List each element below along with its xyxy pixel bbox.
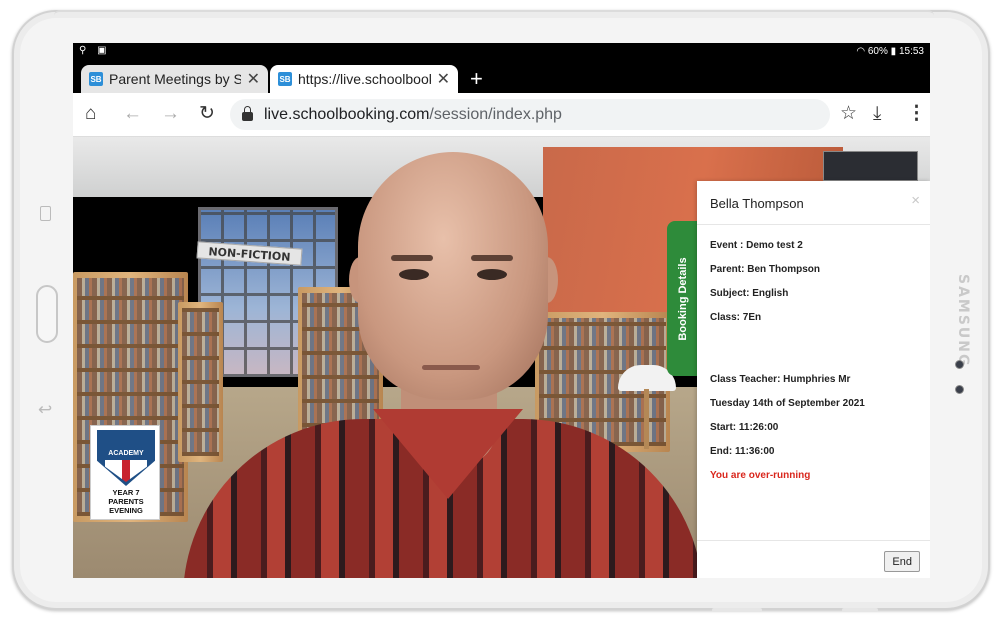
status-left-icons: ⚲ ▣ xyxy=(79,45,111,56)
booking-details-panel: Bella Thompson × Event : Demo test 2 Par… xyxy=(697,181,930,578)
event-text: Event : Demo test 2 xyxy=(710,240,803,251)
schoolbooking-favicon-icon: SB xyxy=(89,72,103,86)
wifi-icon: ◠ xyxy=(856,46,866,57)
reload-icon[interactable]: ↻ xyxy=(199,103,215,125)
browser-toolbar: ⌂ ← → ↻ live.schoolbooking.com /session/… xyxy=(73,93,930,137)
download-icon[interactable]: ⤓ xyxy=(873,103,881,125)
back-arrow-icon[interactable]: ← xyxy=(123,103,142,125)
lamp-stand xyxy=(644,389,649,449)
recent-apps-icon[interactable] xyxy=(40,206,51,221)
panel-body: Event : Demo test 2 Parent: Ben Thompson… xyxy=(697,225,930,493)
subject-text: Subject: English xyxy=(710,288,789,299)
camera-dot xyxy=(955,385,964,394)
booking-details-tab-label: Booking Details xyxy=(677,256,689,341)
battery-icon: ▮ xyxy=(890,46,897,57)
back-hardware-icon[interactable]: ↩ xyxy=(38,400,52,420)
person-brow xyxy=(471,255,513,261)
new-tab-button[interactable]: + xyxy=(470,68,483,90)
panel-header: Bella Thompson × xyxy=(697,181,930,225)
bookshelf xyxy=(178,302,223,462)
url-path: /session/index.php xyxy=(429,105,562,123)
home-icon[interactable]: ⌂ xyxy=(85,103,96,125)
clock: 15:53 xyxy=(898,46,924,57)
status-bar: ⚲ ▣ ◠ 60% ▮ 15:53 xyxy=(73,43,930,60)
end-time: End: 11:36:00 xyxy=(710,446,775,457)
teacher-text: Class Teacher: Humphries Mr xyxy=(710,374,851,385)
logo-line: YEAR 7 xyxy=(112,488,140,497)
tab-title: Parent Meetings by Scho xyxy=(109,71,241,87)
close-icon[interactable]: ✕ xyxy=(247,69,260,89)
date-text: Tuesday 14th of September 2021 xyxy=(710,398,865,409)
logo-caption: YEAR 7 PARENTS EVENING xyxy=(91,488,161,515)
device-brand: SAMSUNG xyxy=(955,274,971,368)
student-name: Bella Thompson xyxy=(710,196,804,211)
panel-footer: End xyxy=(697,540,930,578)
person-eye xyxy=(477,269,507,280)
bottom-port-2 xyxy=(842,608,878,612)
battery-percent: 60% xyxy=(867,46,888,57)
sensor-dot xyxy=(955,360,964,369)
academy-logo: ACADEMY YEAR 7 PARENTS EVENING xyxy=(90,425,160,520)
parent-text: Parent: Ben Thompson xyxy=(710,264,821,275)
shield-cross xyxy=(105,460,147,482)
status-right: ◠ 60% ▮ 15:53 xyxy=(856,46,924,57)
screen: ⚲ ▣ ◠ 60% ▮ 15:53 SB Parent Meetings by … xyxy=(73,43,930,578)
person-eye xyxy=(399,269,429,280)
home-hardware-button[interactable] xyxy=(36,285,58,343)
bookmark-star-icon[interactable]: ☆ xyxy=(840,103,857,125)
tab-strip: SB Parent Meetings by Scho ✕ SB https://… xyxy=(73,60,930,93)
class-text: Class: 7En xyxy=(710,312,762,323)
end-button[interactable]: End xyxy=(884,551,920,572)
person-mouth xyxy=(422,365,480,370)
over-running-warning: You are over-running xyxy=(710,470,811,481)
person-head xyxy=(358,152,548,400)
page-content: NON-FICTION ACADEMY YEAR 7 PARENTS EVENI… xyxy=(73,137,930,578)
person-brow xyxy=(391,255,433,261)
tab-live-session[interactable]: SB https://live.schoolbooking.com ✕ xyxy=(270,65,458,93)
address-bar[interactable]: live.schoolbooking.com /session/index.ph… xyxy=(230,99,830,130)
start-time: Start: 11:26:00 xyxy=(710,422,779,433)
logo-line: EVENING xyxy=(109,506,143,515)
menu-dots-icon[interactable]: ⋮ xyxy=(907,103,926,125)
self-view-thumbnail[interactable] xyxy=(823,151,918,181)
url-host: live.schoolbooking.com xyxy=(264,105,430,123)
tab-parent-meetings[interactable]: SB Parent Meetings by Scho ✕ xyxy=(81,65,268,93)
schoolbooking-favicon-icon: SB xyxy=(278,72,292,86)
bottom-port xyxy=(712,608,762,612)
close-icon[interactable]: × xyxy=(911,192,920,209)
tab-title: https://live.schoolbooking.com xyxy=(298,71,431,87)
logo-line: PARENTS xyxy=(108,497,144,506)
logo-academy-text: ACADEMY xyxy=(108,450,144,457)
lock-icon xyxy=(242,106,253,121)
forward-arrow-icon[interactable]: → xyxy=(161,103,180,125)
close-icon[interactable]: ✕ xyxy=(437,69,450,89)
tablet-edge xyxy=(54,10,934,16)
booking-details-tab[interactable]: Booking Details xyxy=(667,221,699,376)
